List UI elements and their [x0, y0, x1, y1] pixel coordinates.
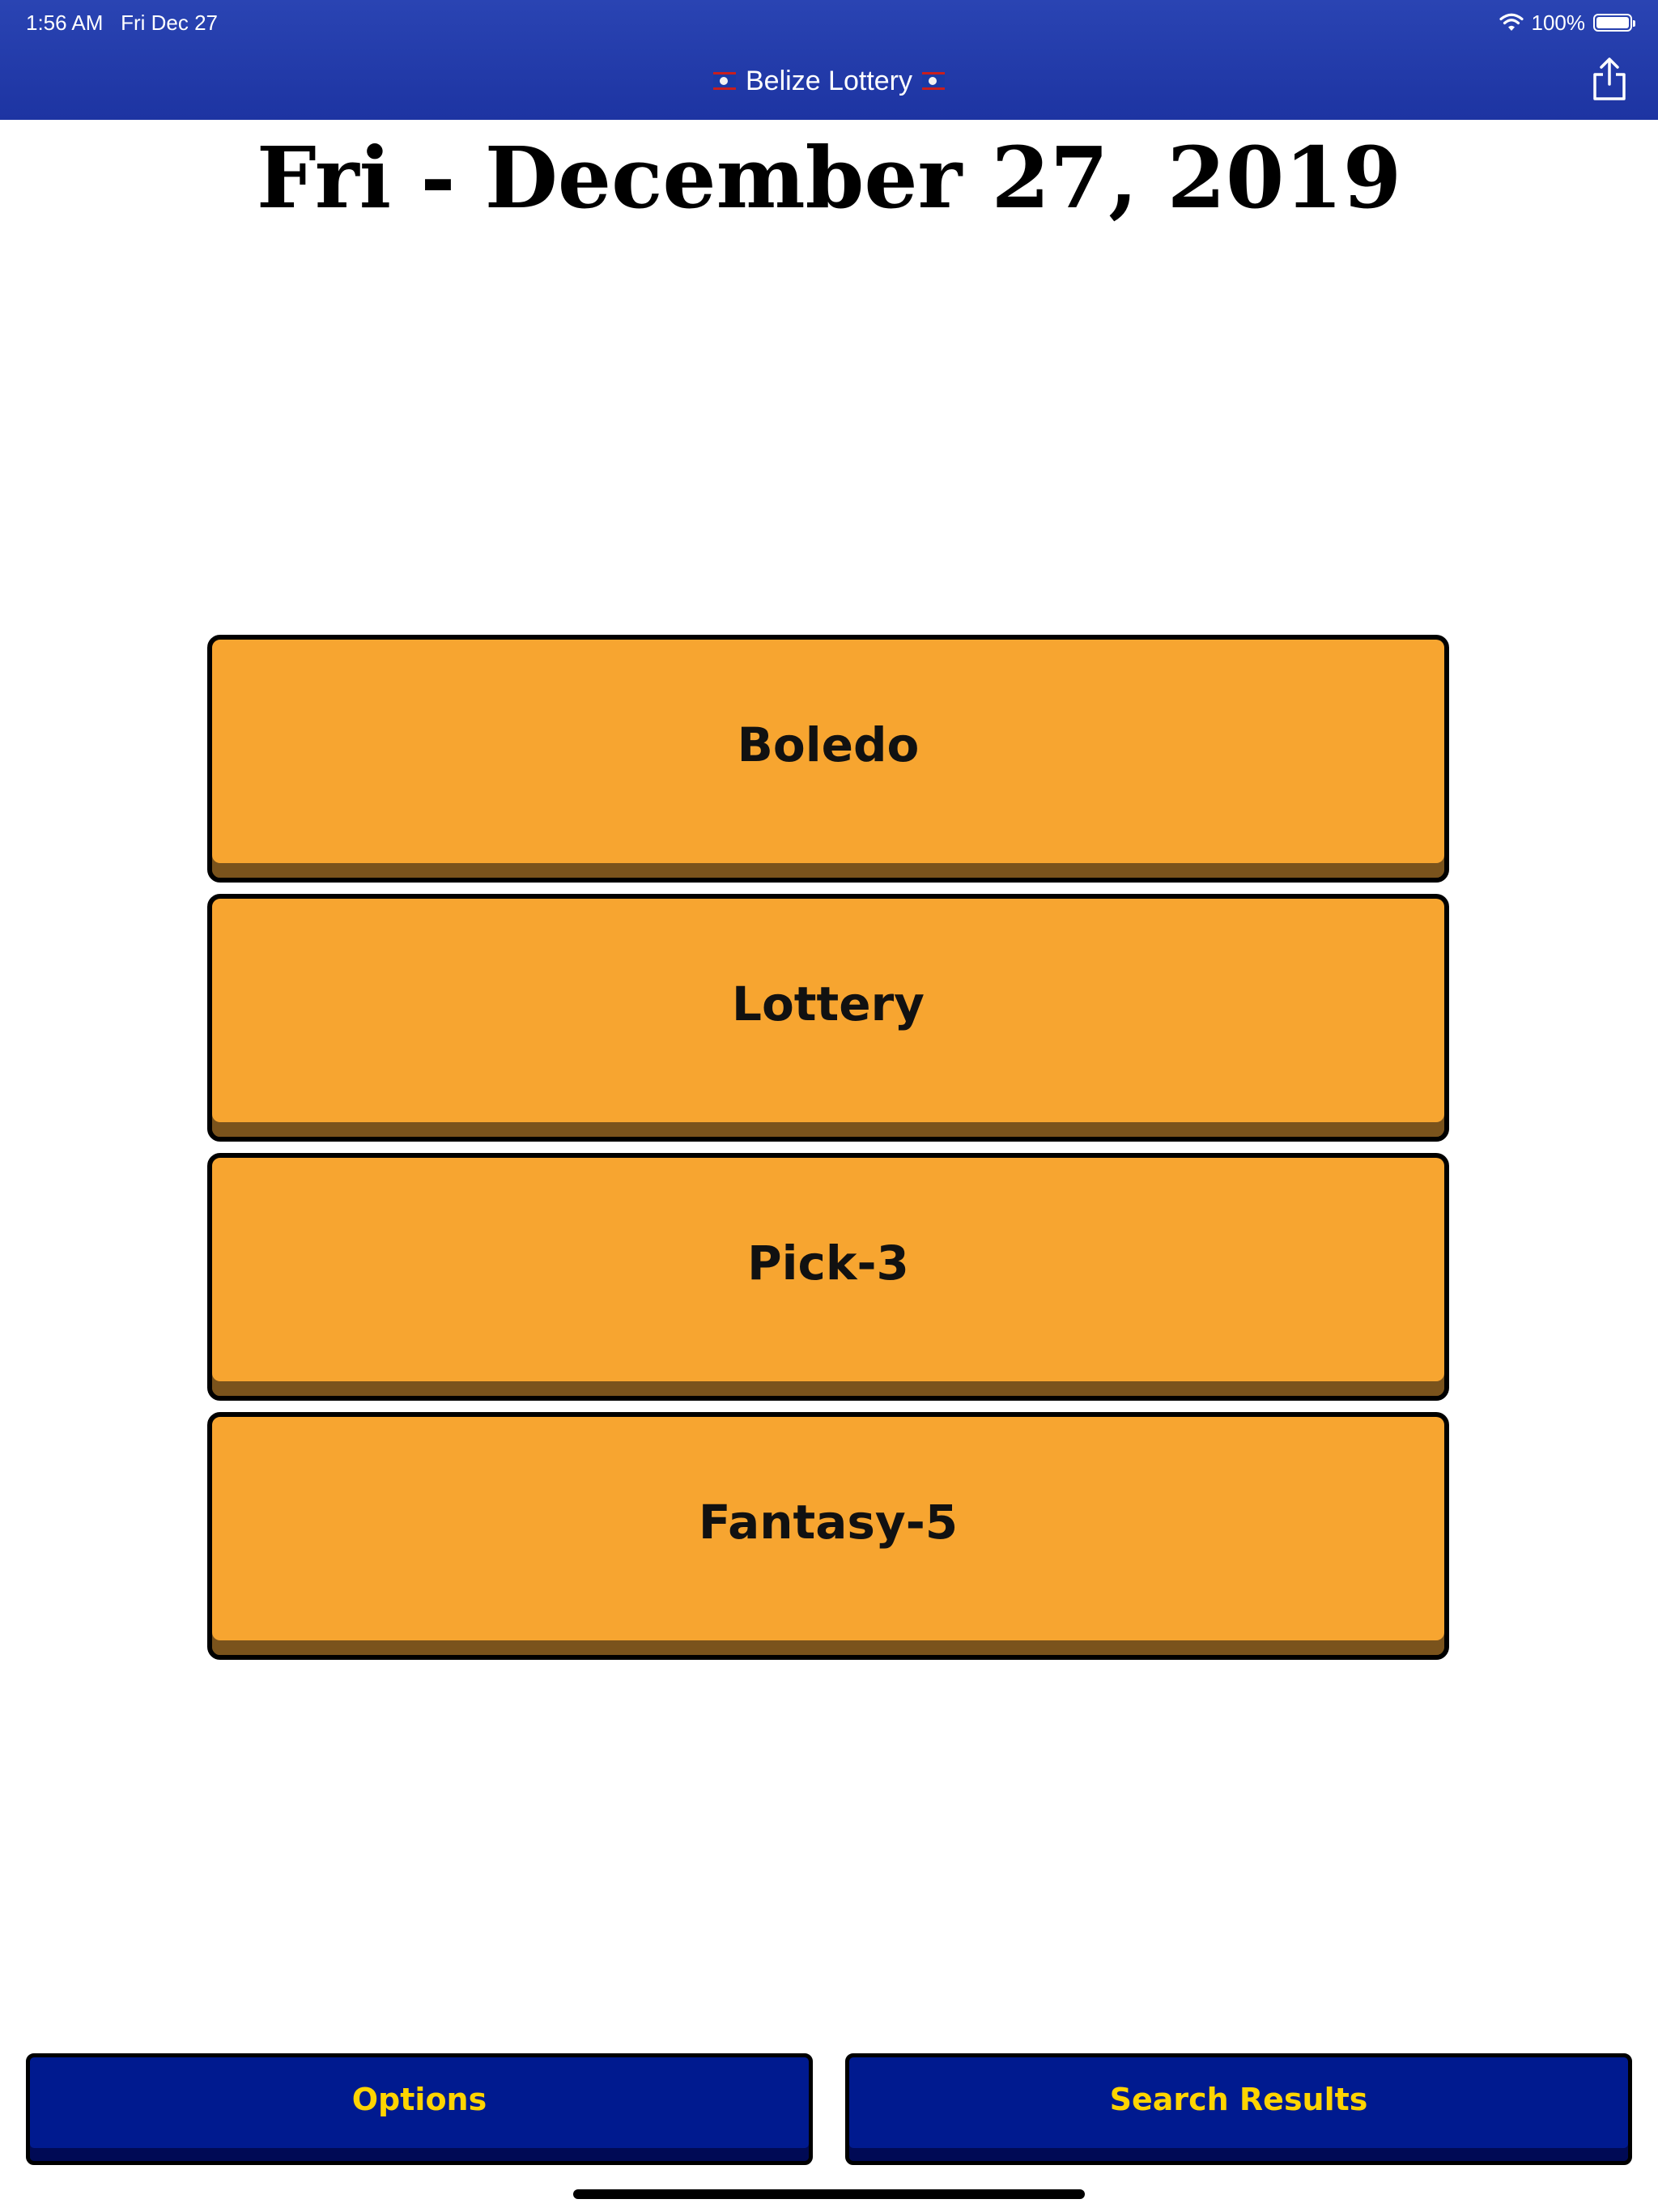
fantasy-5-button[interactable]: Fantasy-5	[207, 1412, 1449, 1660]
share-icon[interactable]	[1588, 57, 1630, 102]
status-bar-right: 100%	[1499, 6, 1635, 39]
nav-title: Belize Lottery	[0, 58, 1658, 104]
status-bar-left: 1:56 AM Fri Dec 27	[26, 6, 218, 39]
pick-3-button[interactable]: Pick-3	[207, 1153, 1449, 1401]
wifi-icon	[1499, 13, 1524, 31]
lottery-button[interactable]: Lottery	[207, 894, 1449, 1142]
battery-percent: 100%	[1531, 11, 1586, 35]
fantasy-5-label: Fantasy-5	[698, 1495, 959, 1550]
belize-flag-icon	[713, 72, 736, 90]
status-time: 1:56 AM	[26, 11, 104, 35]
lottery-label: Lottery	[731, 976, 925, 1032]
search-results-button[interactable]: Search Results	[845, 2053, 1632, 2165]
home-indicator[interactable]	[573, 2189, 1085, 2199]
boledo-button[interactable]: Boledo	[207, 635, 1449, 883]
options-label: Options	[351, 2082, 487, 2117]
top-bar: 1:56 AM Fri Dec 27 100% Belize Lottery	[0, 0, 1658, 120]
battery-icon	[1593, 14, 1635, 32]
search-results-label: Search Results	[1109, 2082, 1368, 2117]
page-title: Fri - December 27, 2019	[256, 128, 1402, 228]
options-button[interactable]: Options	[26, 2053, 813, 2165]
status-date: Fri Dec 27	[121, 11, 218, 35]
pick-3-label: Pick-3	[747, 1236, 909, 1291]
boledo-label: Boledo	[737, 717, 920, 772]
app-title: Belize Lottery	[746, 65, 912, 96]
belize-flag-icon	[922, 72, 945, 90]
